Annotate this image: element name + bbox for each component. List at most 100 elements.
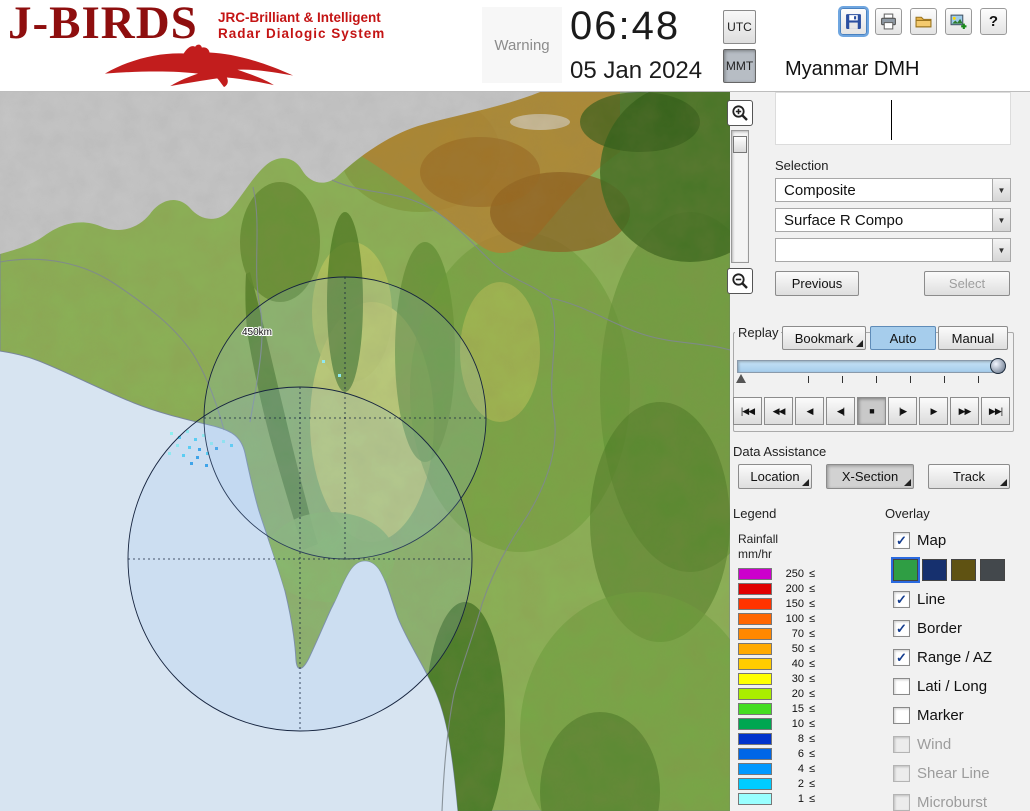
legend-lte-symbol: ≤	[809, 657, 816, 670]
legend-lte-symbol: ≤	[809, 702, 816, 715]
mmt-button[interactable]: MMT	[723, 49, 756, 83]
overlay-item-lati-long[interactable]: Lati / Long	[893, 672, 1023, 701]
legend-row: 8 ≤	[738, 731, 868, 746]
overlay-item-marker[interactable]: Marker	[893, 701, 1023, 730]
checked-checkbox[interactable]: ✓	[893, 532, 910, 549]
capture-image-button[interactable]	[945, 8, 972, 35]
checked-checkbox[interactable]: ✓	[893, 649, 910, 666]
auto-button[interactable]: Auto	[870, 326, 936, 350]
overlay-item-border[interactable]: ✓ Border	[893, 614, 1023, 643]
legend-row: 30 ≤	[738, 671, 868, 686]
legend-value: 150	[785, 597, 804, 610]
checkbox[interactable]	[893, 707, 910, 724]
da-button-label: X-Section	[841, 469, 899, 484]
legend-swatch	[738, 657, 772, 670]
legend-swatch	[738, 672, 772, 685]
replay-timeline-thumb[interactable]	[990, 358, 1006, 374]
utc-button[interactable]: UTC	[723, 10, 756, 44]
legend-row: 2 ≤	[738, 776, 868, 791]
checkbox	[893, 765, 910, 782]
checked-checkbox[interactable]: ✓	[893, 620, 910, 637]
open-folder-button[interactable]	[910, 8, 937, 35]
selection-label: Selection	[775, 158, 829, 173]
map-style-swatch-2[interactable]	[951, 559, 976, 581]
overlay-item-label: Range / AZ	[917, 649, 993, 666]
checkbox[interactable]	[893, 678, 910, 695]
legend-value: 50	[791, 642, 804, 655]
legend-label: Legend	[733, 506, 777, 521]
previous-button[interactable]: Previous	[775, 271, 859, 296]
manual-button[interactable]: Manual	[938, 326, 1008, 350]
zoom-in-button[interactable]	[727, 100, 753, 126]
overlay-item-range-az[interactable]: ✓ Range / AZ	[893, 643, 1023, 672]
print-button[interactable]	[875, 8, 902, 35]
help-button[interactable]: ?	[980, 8, 1007, 35]
playback-button-0[interactable]: |◀◀	[733, 397, 762, 425]
legend-value: 100	[785, 612, 804, 625]
map-style-swatch-1[interactable]	[922, 559, 947, 581]
product-dropdown[interactable]: Composite ▼	[775, 178, 1011, 202]
select-button: Select	[924, 271, 1010, 296]
slider-tick	[808, 376, 809, 383]
overlay-rows: ✓ Map ✓ Line ✓ Border ✓ Range / AZ Lati / Long Ma…	[891, 526, 1023, 811]
playback-button-7[interactable]: ▶▶	[950, 397, 979, 425]
playback-button-8[interactable]: ▶▶|	[981, 397, 1010, 425]
slider-tick	[876, 376, 877, 383]
zoom-slider[interactable]	[731, 130, 749, 263]
legend-lte-symbol: ≤	[809, 672, 816, 685]
playback-row: |◀◀ ◀◀ ◀ ◀| ■ |▶ ▶ ▶▶ ▶▶|	[733, 397, 1010, 425]
playback-button-2[interactable]: ◀	[795, 397, 824, 425]
legend-lte-symbol: ≤	[809, 627, 816, 640]
message-input[interactable]	[775, 92, 1011, 145]
overlay-item-label: Border	[917, 620, 963, 637]
playback-button-6[interactable]: ▶	[919, 397, 948, 425]
option-dropdown[interactable]: ▼	[775, 238, 1011, 262]
zoom-slider-thumb[interactable]	[733, 136, 747, 153]
playback-button-4[interactable]: ■	[857, 397, 886, 425]
subproduct-dropdown-value: Surface R Compo	[784, 211, 904, 229]
da-location-button[interactable]: Location	[738, 464, 812, 489]
jbirds-app: J-BIRDS JRC-Brilliant & Intelligent Rada…	[0, 0, 1030, 811]
playback-button-1[interactable]: ◀◀	[764, 397, 793, 425]
legend-lte-symbol: ≤	[809, 732, 816, 745]
app-logo-subtitle-1: JRC-Brilliant & Intelligent	[218, 10, 381, 25]
checked-checkbox[interactable]: ✓	[893, 591, 910, 608]
overlay-item-label: Wind	[917, 736, 952, 753]
save-button[interactable]	[840, 8, 867, 35]
legend-swatch	[738, 702, 772, 715]
corner-arrow-icon	[802, 479, 809, 486]
radar-map[interactable]: 450km	[0, 92, 730, 811]
zoom-out-button[interactable]	[727, 268, 753, 294]
legend-row: 40 ≤	[738, 656, 868, 671]
playback-button-5[interactable]: |▶	[888, 397, 917, 425]
da-x-section-button[interactable]: X-Section	[826, 464, 914, 489]
chevron-down-icon[interactable]: ▼	[992, 239, 1010, 261]
warning-indicator[interactable]: Warning	[482, 7, 562, 83]
slider-tick	[910, 376, 911, 383]
legend-row: 6 ≤	[738, 746, 868, 761]
chevron-down-icon[interactable]: ▼	[992, 179, 1010, 201]
overlay-item-microburst: Microburst	[893, 788, 1023, 811]
overlay-item-map[interactable]: ✓ Map	[893, 526, 1023, 555]
subproduct-dropdown[interactable]: Surface R Compo ▼	[775, 208, 1011, 232]
legend-lte-symbol: ≤	[809, 777, 816, 790]
da-track-button[interactable]: Track	[928, 464, 1010, 489]
legend-value: 30	[791, 672, 804, 685]
legend-value: 6	[797, 747, 804, 760]
overlay-item-label: Shear Line	[917, 765, 990, 782]
legend-value: 2	[797, 777, 804, 790]
legend-lte-symbol: ≤	[809, 687, 816, 700]
map-style-swatch-3[interactable]	[980, 559, 1005, 581]
overlay-item-line[interactable]: ✓ Line	[893, 585, 1023, 614]
replay-timeline-track[interactable]	[737, 360, 1003, 373]
warning-label: Warning	[494, 36, 550, 54]
slider-tick	[944, 376, 945, 383]
playback-button-3[interactable]: ◀|	[826, 397, 855, 425]
map-style-swatch-0[interactable]	[891, 557, 920, 583]
legend-value: 15	[791, 702, 804, 715]
bookmark-button[interactable]: Bookmark	[782, 326, 866, 350]
legend-lte-symbol: ≤	[809, 567, 816, 580]
legend-lte-symbol: ≤	[809, 762, 816, 775]
chevron-down-icon[interactable]: ▼	[992, 209, 1010, 231]
print-icon	[881, 13, 896, 30]
